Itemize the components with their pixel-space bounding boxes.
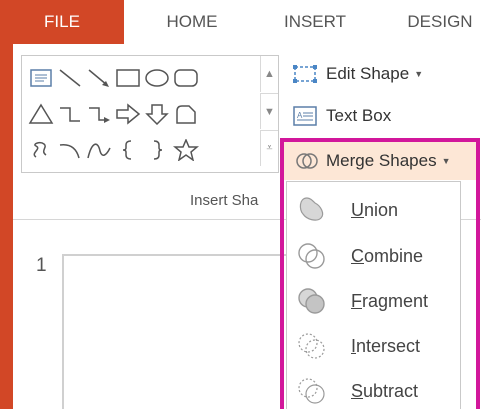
- menu-item-fragment-text: ragment: [362, 290, 429, 311]
- combine-icon: [298, 243, 325, 269]
- freeform-scribble-icon[interactable]: [26, 132, 55, 168]
- chevron-down-icon: ▼: [441, 156, 451, 166]
- left-brace-icon[interactable]: [113, 132, 142, 168]
- menu-item-intersect-text: ntersect: [356, 335, 421, 356]
- ribbon-group-label: Insert Sha: [190, 192, 259, 209]
- menu-item-fragment[interactable]: Fragment: [287, 279, 460, 323]
- triangle-shape-icon[interactable]: [26, 96, 55, 132]
- rounded-rectangle-shape-icon[interactable]: [171, 60, 200, 96]
- right-brace-icon[interactable]: [142, 132, 171, 168]
- edit-shape-label: Edit Shape: [326, 64, 410, 83]
- tab-insert[interactable]: INSERT: [270, 0, 360, 44]
- menu-item-subtract[interactable]: Subtract: [287, 369, 460, 409]
- right-arrow-shape-icon[interactable]: [113, 96, 142, 132]
- shapes-grid: [26, 60, 258, 168]
- arc-shape-icon[interactable]: [55, 132, 84, 168]
- gallery-scroll-up-icon[interactable]: ▲: [260, 56, 278, 92]
- merge-shapes-icon: [296, 153, 318, 169]
- text-box-button[interactable]: A Text Box: [290, 101, 391, 131]
- chevron-down-icon: ▼: [414, 69, 424, 79]
- empty-cell: [200, 96, 229, 132]
- empty-cell: [200, 132, 229, 168]
- empty-cell: [229, 60, 258, 96]
- star-shape-icon[interactable]: [171, 132, 200, 168]
- ribbon-tab-bar: FILE HOME INSERT DESIGN: [0, 0, 481, 44]
- svg-text:A: A: [297, 111, 303, 120]
- menu-item-fragment-label: Fragment: [351, 291, 428, 312]
- subtract-icon: [298, 378, 325, 404]
- menu-item-subtract-access-key: S: [351, 380, 364, 401]
- menu-item-intersect[interactable]: Intersect: [287, 324, 460, 368]
- textbox-shape-icon[interactable]: [26, 60, 55, 96]
- tab-file[interactable]: FILE: [0, 0, 124, 44]
- menu-item-combine-access-key: C: [351, 245, 364, 266]
- down-arrow-shape-icon[interactable]: [142, 96, 171, 132]
- empty-cell: [200, 60, 229, 96]
- text-box-label: Text Box: [326, 106, 392, 125]
- menu-item-union[interactable]: Union: [287, 188, 460, 232]
- elbow-arrow-connector-icon[interactable]: [84, 96, 113, 132]
- intersect-icon: [298, 333, 325, 359]
- gallery-scroll-down-icon[interactable]: ▼: [260, 93, 278, 129]
- menu-item-intersect-label: Intersect: [351, 336, 420, 357]
- left-accent-strip: [0, 44, 13, 409]
- merge-shapes-button[interactable]: Merge Shapes ▼: [284, 142, 480, 180]
- edit-shape-icon: [293, 65, 317, 83]
- tab-design[interactable]: DESIGN: [398, 0, 481, 44]
- menu-item-combine[interactable]: Combine: [287, 234, 460, 278]
- curve-shape-icon[interactable]: [84, 132, 113, 168]
- gallery-more-icon[interactable]: ⩡: [260, 130, 278, 166]
- menu-item-fragment-access-key: F: [351, 290, 362, 311]
- empty-cell: [229, 96, 258, 132]
- slide-thumbnail[interactable]: [62, 254, 302, 409]
- shapes-gallery[interactable]: ▲ ▼ ⩡: [21, 55, 279, 173]
- empty-cell: [229, 132, 258, 168]
- rectangle-shape-icon[interactable]: [113, 60, 142, 96]
- elbow-connector-icon[interactable]: [55, 96, 84, 132]
- menu-item-combine-text: ombine: [364, 245, 424, 266]
- menu-item-subtract-text: ubtract: [363, 380, 419, 401]
- oval-shape-icon[interactable]: [142, 60, 171, 96]
- tab-home[interactable]: HOME: [152, 0, 232, 44]
- menu-item-union-access-key: U: [351, 199, 364, 220]
- snip-corner-shape-icon[interactable]: [171, 96, 200, 132]
- edit-shape-button[interactable]: Edit Shape ▼: [290, 59, 423, 89]
- menu-item-subtract-label: Subtract: [351, 381, 418, 402]
- menu-item-combine-label: Combine: [351, 246, 423, 267]
- menu-item-union-text: nion: [364, 199, 399, 220]
- text-box-icon: A: [293, 106, 317, 126]
- merge-shapes-label: Merge Shapes: [326, 151, 437, 170]
- slide-number: 1: [36, 255, 47, 276]
- union-icon: [299, 197, 324, 221]
- fragment-icon: [298, 288, 325, 314]
- menu-item-union-label: Union: [351, 200, 398, 221]
- merge-shapes-menu: Union Combine Fragment Intersect Subtrac…: [286, 181, 461, 409]
- line-shape-icon[interactable]: [55, 60, 84, 96]
- arrow-line-shape-icon[interactable]: [84, 60, 113, 96]
